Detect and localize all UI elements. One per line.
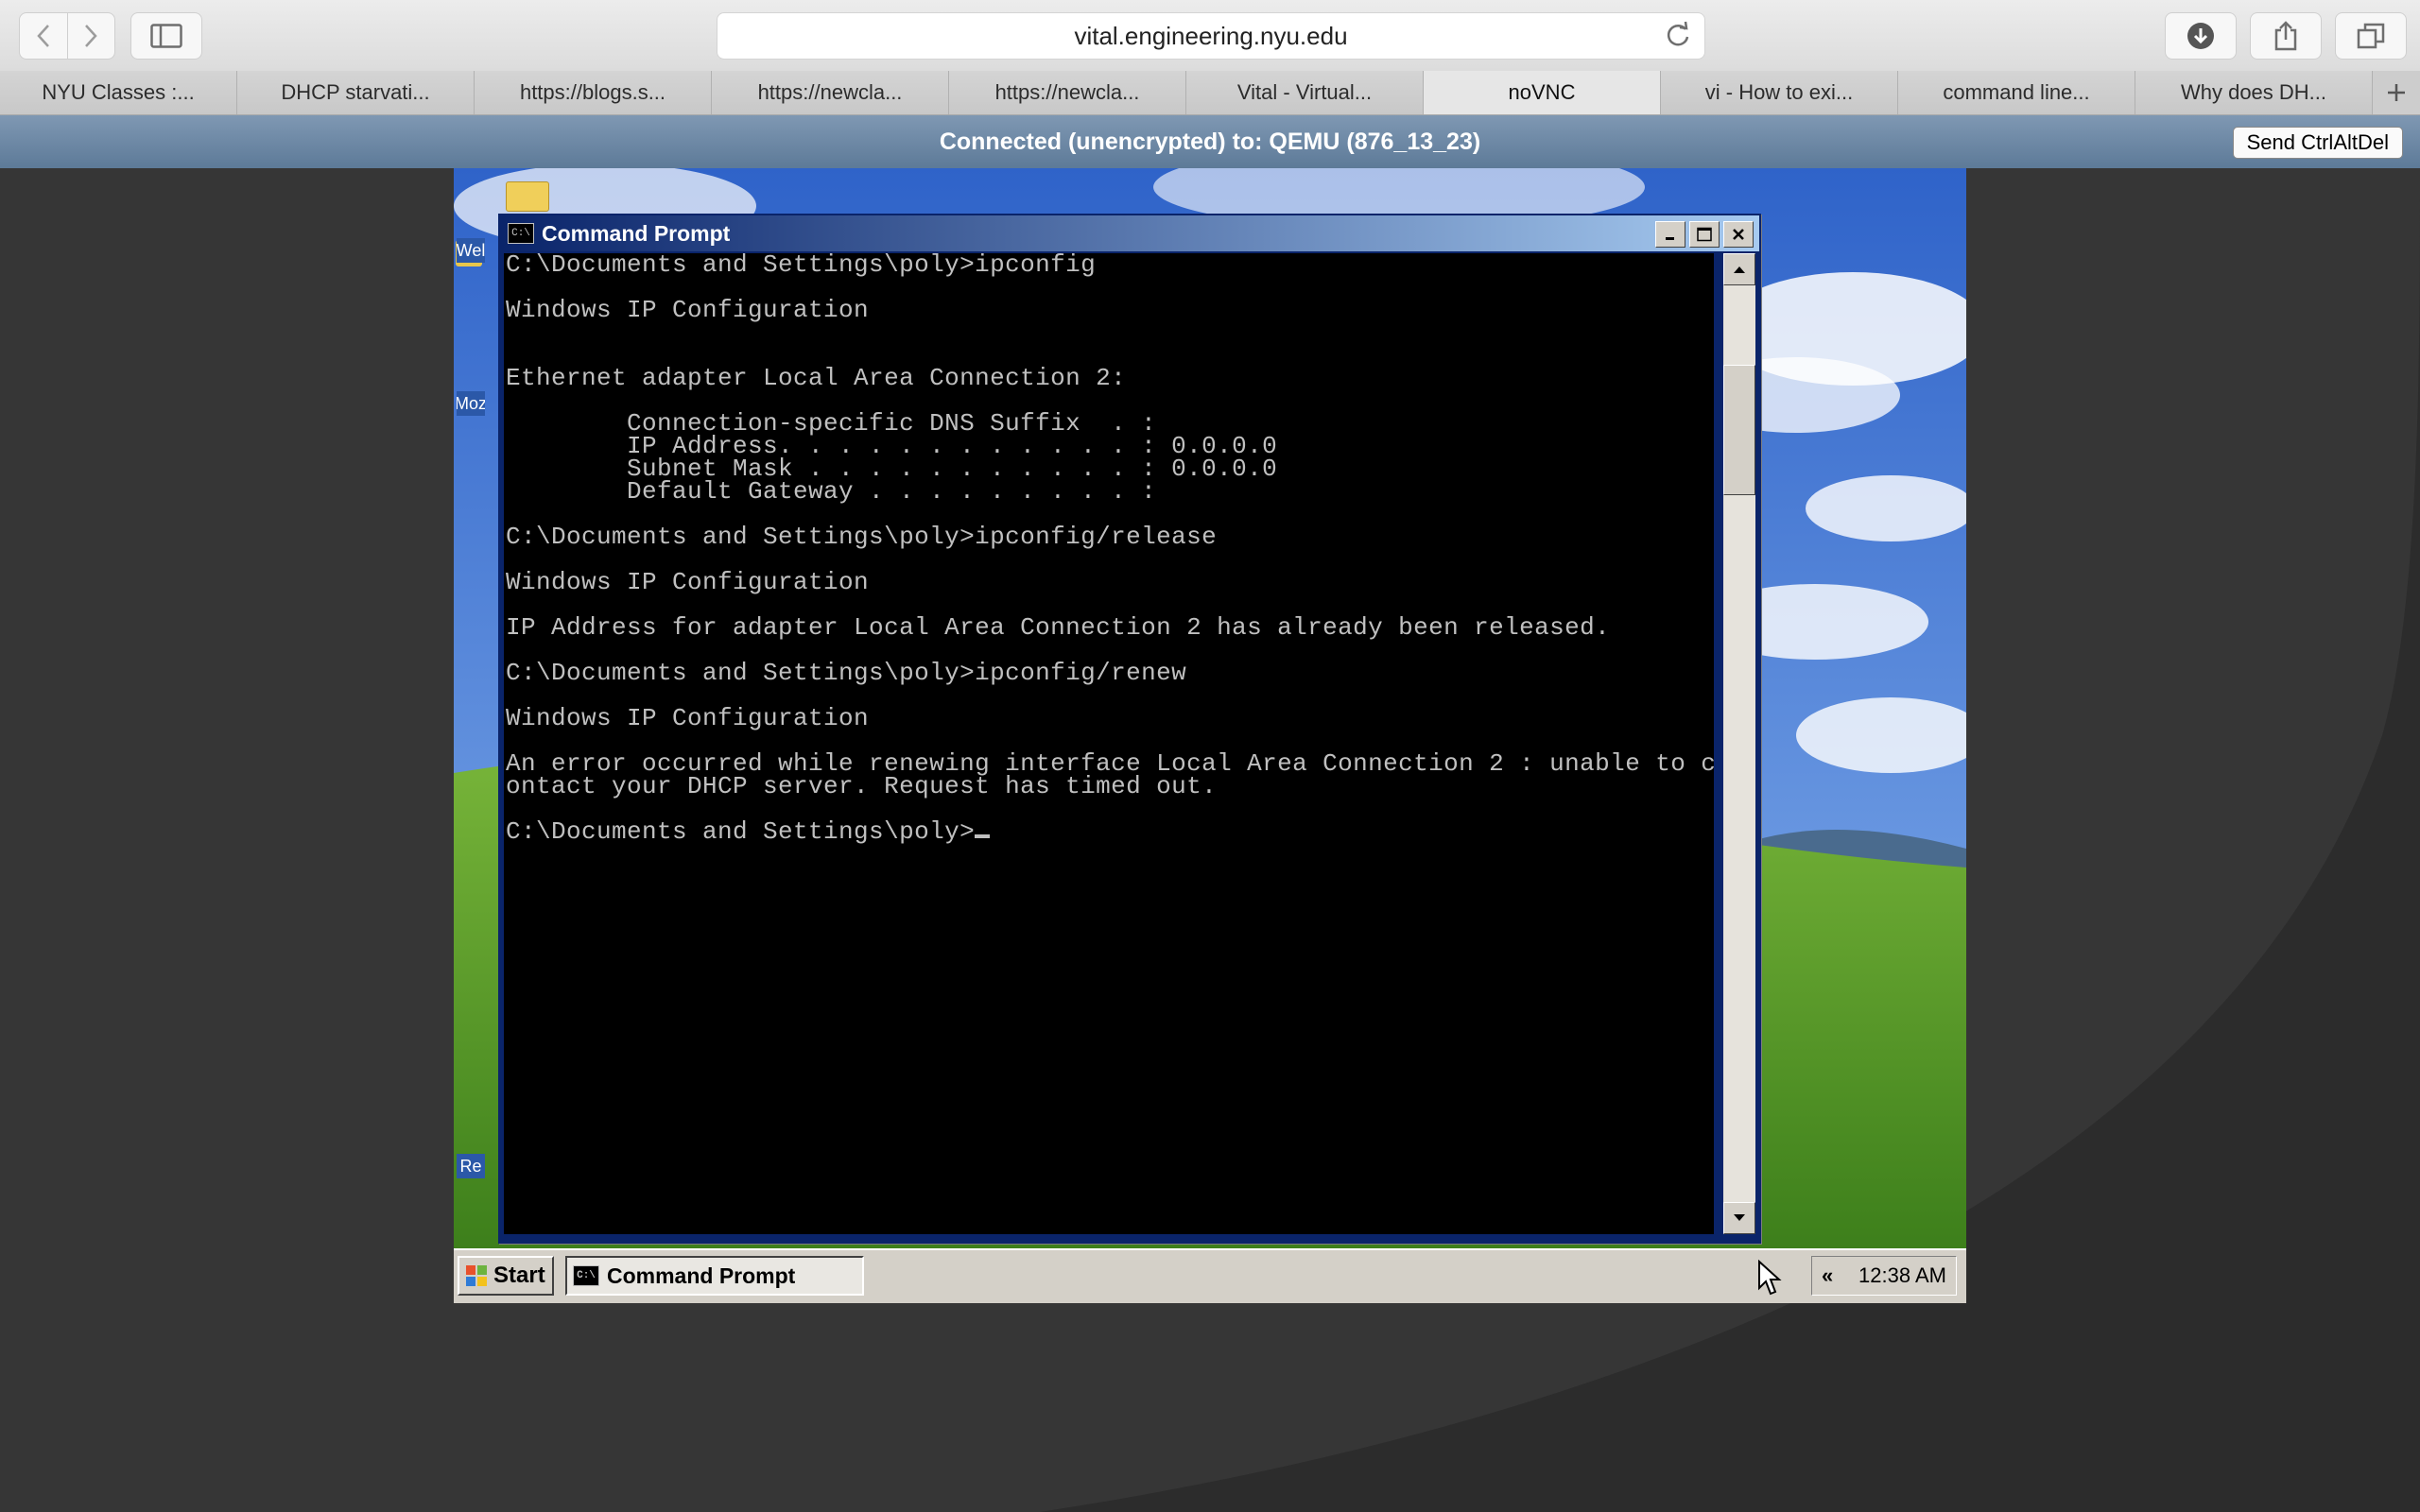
plus-icon [2388, 84, 2405, 101]
console-line: C:\Documents and Settings\poly>ipconfig/… [506, 523, 1218, 551]
tab-label: https://newcla... [994, 80, 1140, 104]
tab-label: DHCP starvati... [281, 80, 430, 104]
console-line: Default Gateway . . . . . . . . . : [627, 477, 1157, 506]
share-icon [2274, 21, 2297, 51]
tab-nyu-classes[interactable]: NYU Classes :... [0, 71, 237, 114]
icon-label: Re [459, 1156, 482, 1176]
tabs-overview-icon [2357, 23, 2385, 49]
start-button[interactable]: Start [458, 1256, 554, 1296]
window-title: Command Prompt [542, 220, 731, 246]
maximize-icon [1697, 227, 1712, 242]
tab-label: NYU Classes :... [42, 80, 195, 104]
desktop-icon-label-re[interactable]: Re [457, 1154, 485, 1178]
console-line: C:\Documents and Settings\poly> [506, 817, 976, 846]
tab-newclasses-2[interactable]: https://newcla... [949, 71, 1186, 114]
mouse-cursor-icon [1758, 1260, 1782, 1296]
console-line: Ethernet adapter Local Area Connection 2… [506, 364, 1127, 392]
remote-desktop[interactable]: Wel Moz Re C:\ Command Prompt C:\Documen… [454, 168, 1966, 1250]
taskbar-item-label: Command Prompt [607, 1263, 796, 1288]
scrollbar-thumb[interactable] [1723, 365, 1755, 495]
address-text: vital.engineering.nyu.edu [1074, 21, 1348, 50]
folder-icon[interactable] [506, 181, 549, 212]
desktop-icon-label-moz[interactable]: Moz [457, 391, 485, 416]
address-bar[interactable]: vital.engineering.nyu.edu [717, 12, 1705, 60]
tab-newclasses-1[interactable]: https://newcla... [712, 71, 949, 114]
tab-vi-exit[interactable]: vi - How to exi... [1661, 71, 1898, 114]
tab-dhcp-starvation[interactable]: DHCP starvati... [237, 71, 475, 114]
chevron-right-icon [85, 25, 97, 47]
reload-icon [1667, 21, 1689, 46]
system-tray: « 12:38 AM [1811, 1256, 1957, 1296]
icon-label: Moz [457, 393, 485, 413]
taskbar: Start C:\ Command Prompt « 12:38 AM [454, 1248, 1966, 1303]
console-line: ontact your DHCP server. Request has tim… [506, 772, 1218, 800]
forward-button[interactable] [68, 13, 115, 59]
tab-why-dhcp[interactable]: Why does DH... [2135, 71, 2373, 114]
tab-vital[interactable]: Vital - Virtual... [1186, 71, 1424, 114]
back-button[interactable] [20, 13, 68, 59]
download-icon [2187, 23, 2214, 49]
reload-button[interactable] [1665, 21, 1691, 56]
console-line: C:\Documents and Settings\poly>ipconfig [506, 253, 1097, 279]
tab-blogs[interactable]: https://blogs.s... [475, 71, 712, 114]
tab-label: Why does DH... [2180, 80, 2327, 104]
minimize-icon [1666, 237, 1674, 240]
tab-bar: NYU Classes :... DHCP starvati... https:… [0, 71, 2420, 115]
console-line: Windows IP Configuration [506, 568, 870, 596]
cmd-icon: C:\ [573, 1265, 599, 1286]
tray-expand-button[interactable]: « [1822, 1263, 1833, 1288]
close-button[interactable] [1723, 221, 1754, 248]
command-prompt-window[interactable]: C:\ Command Prompt C:\Documents and Sett… [498, 214, 1761, 1244]
window-titlebar[interactable]: C:\ Command Prompt [500, 215, 1759, 251]
browser-toolbar: vital.engineering.nyu.edu [0, 0, 2420, 72]
tab-label: https://blogs.s... [519, 80, 666, 104]
console-output[interactable]: C:\Documents and Settings\poly>ipconfig … [504, 253, 1714, 1234]
text-cursor [975, 834, 991, 838]
close-icon [1733, 229, 1744, 240]
console-text: C:\Documents and Settings\poly>ipconfig … [504, 253, 1714, 846]
taskbar-item-command-prompt[interactable]: C:\ Command Prompt [565, 1256, 864, 1296]
icon-label: Wel [457, 240, 485, 260]
windows-logo-icon [466, 1265, 487, 1286]
console-line: C:\Documents and Settings\poly>ipconfig/… [506, 659, 1187, 687]
console-line: Windows IP Configuration [506, 296, 870, 324]
share-button[interactable] [2250, 12, 2322, 60]
send-ctrl-alt-del-button[interactable]: Send CtrlAltDel [2232, 127, 2403, 159]
minimize-button[interactable] [1655, 221, 1685, 248]
chevron-left-icon [37, 25, 49, 47]
tab-label: noVNC [1508, 80, 1576, 104]
tab-label: https://newcla... [757, 80, 903, 104]
nav-buttons [19, 12, 115, 60]
arrow-up-icon [1734, 266, 1745, 273]
connection-status: Connected (unencrypted) to: QEMU (876_13… [939, 128, 1481, 155]
novnc-status-bar: Connected (unencrypted) to: QEMU (876_13… [0, 115, 2420, 168]
maximize-button[interactable] [1689, 221, 1720, 248]
vertical-scrollbar[interactable] [1723, 253, 1755, 1234]
arrow-down-icon [1734, 1214, 1745, 1221]
clock: 12:38 AM [1858, 1263, 1946, 1287]
sidebar-icon [150, 24, 182, 48]
tab-novnc[interactable]: noVNC [1424, 71, 1661, 114]
desktop-icon-label-wel[interactable]: Wel [457, 238, 485, 263]
tab-label: vi - How to exi... [1704, 80, 1854, 104]
cmd-icon: C:\ [508, 223, 534, 244]
window-controls [1655, 221, 1754, 248]
new-tab-button[interactable] [2373, 71, 2420, 114]
start-label: Start [493, 1263, 545, 1288]
scroll-down-button[interactable] [1723, 1202, 1755, 1234]
console-line: Windows IP Configuration [506, 704, 870, 732]
tab-label: command line... [1943, 80, 2090, 104]
tab-command-line[interactable]: command line... [1898, 71, 2135, 114]
console-line: IP Address for adapter Local Area Connec… [506, 613, 1611, 642]
downloads-button[interactable] [2165, 12, 2237, 60]
tab-label: Vital - Virtual... [1236, 80, 1373, 104]
tabs-overview-button[interactable] [2335, 12, 2407, 60]
scroll-up-button[interactable] [1723, 253, 1755, 285]
sidebar-button[interactable] [130, 12, 202, 60]
